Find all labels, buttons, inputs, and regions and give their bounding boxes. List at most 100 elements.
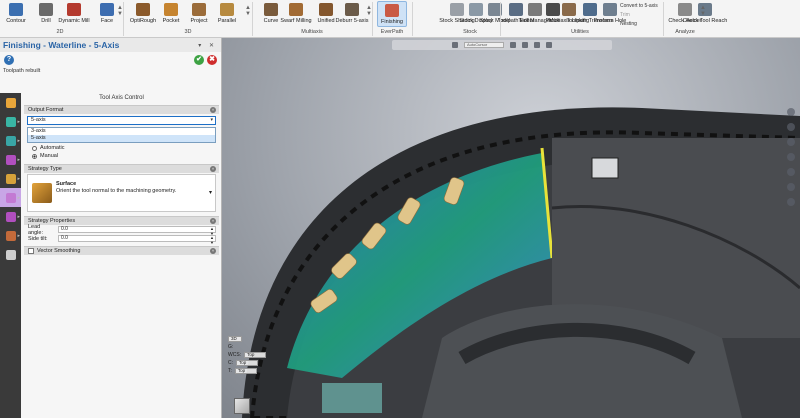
ribbon-button-finishing[interactable]: Finishing <box>377 1 407 27</box>
collapse-icon[interactable]: ˄ <box>210 218 216 224</box>
gallery-more-icon[interactable]: ▲ ▼ <box>117 5 123 17</box>
fit-icon[interactable] <box>787 138 795 146</box>
vector-smoothing-header[interactable]: Vector Smoothing ˅ <box>24 246 219 255</box>
nav-page-icon <box>5 249 16 260</box>
option-5-axis[interactable]: 5-axis <box>28 135 215 142</box>
ribbon-button-label: Contour <box>6 18 26 24</box>
gallery-more-icon[interactable]: ▲ ▼ <box>366 5 372 17</box>
nav-page-7[interactable]: ▸ <box>0 226 21 245</box>
convert-to-5axis-link[interactable]: Convert to 5-axis <box>620 3 658 9</box>
strategy-type-label: Strategy Type <box>28 166 62 172</box>
ribbon-button-project[interactable]: Project <box>186 1 212 27</box>
ribbon-button-label: Drill <box>41 18 51 24</box>
nav-page-8[interactable] <box>0 245 21 264</box>
view-iso-icon[interactable] <box>787 183 795 191</box>
output-format-label: Output Format <box>28 107 64 113</box>
help-icon[interactable]: ? <box>4 54 14 65</box>
collapse-icon[interactable]: ˄ <box>210 166 216 172</box>
expand-arrow-icon[interactable]: ▸ <box>17 119 20 125</box>
filter-icon[interactable] <box>522 42 528 48</box>
expand-arrow-icon[interactable]: ▸ <box>17 195 20 201</box>
ribbon-button-label: Swarf Milling <box>280 18 312 24</box>
graphics-viewport[interactable]: AutoCursor 3D G: WCS: Top C: Top T: Top <box>222 38 800 418</box>
rotate-icon[interactable] <box>787 153 795 161</box>
panel-titlebar: Finishing - Waterline - 5-Axis ▾ ✕ <box>0 38 221 52</box>
wcs-label: WCS: <box>228 352 242 358</box>
section-icon[interactable] <box>787 198 795 206</box>
group-multiaxis: Multiaxis <box>301 29 323 35</box>
view-top-icon[interactable] <box>787 168 795 176</box>
nav-page-3[interactable]: ▸ <box>0 150 21 169</box>
expand-arrow-icon[interactable]: ▸ <box>17 157 20 163</box>
radio-automatic[interactable]: Automatic <box>24 144 219 152</box>
chevron-down-icon[interactable]: ▾ <box>210 117 213 124</box>
view-cube-icon[interactable] <box>234 398 250 414</box>
output-format-select[interactable]: 5-axis ▾ <box>27 116 216 125</box>
spinner-icon[interactable]: ▲ ▼ <box>210 235 214 245</box>
ribbon-button-dynamic-mill[interactable]: Dynamic Mill <box>58 1 90 27</box>
ribbon-button-label: Deburr 5-axis <box>335 18 369 24</box>
zoom-out-icon[interactable] <box>787 123 795 131</box>
panel-window-controls[interactable]: ▾ ✕ <box>198 42 221 49</box>
ribbon-separator <box>123 2 124 36</box>
strategy-type-select[interactable]: Surface Orient the tool normal to the ma… <box>27 174 216 212</box>
side-tilt-input[interactable]: 0.0 ▲ ▼ <box>58 235 216 245</box>
vector-smoothing-checkbox[interactable] <box>28 248 34 254</box>
zoom-in-icon[interactable] <box>787 108 795 116</box>
wcs-select[interactable]: Top <box>244 352 267 358</box>
trim-link[interactable]: Trim <box>620 12 630 18</box>
ribbon-button-deburr-5-axis[interactable]: Deburr 5-axis <box>336 1 369 27</box>
collapse-icon[interactable]: ˄ <box>210 107 216 113</box>
lead-angle-input[interactable]: 0.0 ▲ ▼ <box>58 226 216 236</box>
solids-icon[interactable] <box>534 42 540 48</box>
ribbon-button-swarf-milling[interactable]: Swarf Milling <box>280 1 312 27</box>
ribbon-button-pocket[interactable]: Pocket <box>158 1 184 27</box>
ribbon-button-contour[interactable]: Contour <box>3 1 29 27</box>
group-stock: Stock <box>463 29 477 35</box>
expand-icon[interactable]: ˅ <box>210 248 216 254</box>
strategy-type-header[interactable]: Strategy Type ˄ <box>24 164 219 173</box>
nav-page-6[interactable]: ▸ <box>0 207 21 226</box>
option-3-axis[interactable]: 3-axis <box>28 128 215 135</box>
lead-angle-label: Lead angle: <box>28 223 43 236</box>
gallery-more-icon[interactable]: ▲ ▼ <box>700 5 706 17</box>
nav-page-5[interactable]: ▸ <box>0 188 21 207</box>
cplane-select[interactable]: Top <box>236 360 258 366</box>
expand-arrow-icon[interactable]: ▸ <box>17 233 20 239</box>
strategy-properties-header[interactable]: Strategy Properties ˄ <box>24 216 219 225</box>
expand-arrow-icon[interactable]: ▸ <box>17 138 20 144</box>
ribbon-button-drill[interactable]: Drill <box>33 1 59 27</box>
nav-page-0[interactable] <box>0 93 21 112</box>
tplane-select[interactable]: Top <box>234 368 257 374</box>
ribbon-button-optirough[interactable]: OptiRough <box>130 1 156 27</box>
radio-circle[interactable] <box>32 153 37 159</box>
expand-arrow-icon[interactable]: ▸ <box>17 214 20 220</box>
strategy-name: Surface <box>56 181 77 187</box>
autocursor-input[interactable]: AutoCursor <box>464 42 504 48</box>
chevron-down-icon[interactable]: ▾ <box>209 189 212 196</box>
finishing-icon <box>385 4 399 17</box>
select-icon[interactable] <box>452 42 458 48</box>
cplane-row: C: Top <box>228 359 272 367</box>
group-everpath: EverPath <box>380 29 404 35</box>
expand-arrow-icon[interactable]: ▸ <box>17 176 20 182</box>
view-mode-select[interactable]: 3D <box>228 336 242 342</box>
cancel-button[interactable]: ✖ <box>207 54 217 65</box>
view-controls <box>787 108 797 213</box>
gallery-more-icon[interactable]: ▲ ▼ <box>245 5 251 17</box>
output-format-value: 5-axis <box>31 117 46 123</box>
nav-page-2[interactable]: ▸ <box>0 131 21 150</box>
group-analyze: Analyze <box>675 29 695 35</box>
ok-button[interactable]: ✔ <box>194 54 204 65</box>
output-format-header[interactable]: Output Format ˄ <box>24 105 219 114</box>
nesting-link[interactable]: Nesting <box>620 21 637 27</box>
snap-icon[interactable] <box>510 42 516 48</box>
viewport-toolbar: AutoCursor <box>392 40 612 50</box>
radio-manual[interactable]: Manual <box>24 152 219 160</box>
radio-circle[interactable] <box>32 145 37 151</box>
nav-page-1[interactable]: ▸ <box>0 112 21 131</box>
nav-page-4[interactable]: ▸ <box>0 169 21 188</box>
clear-icon[interactable] <box>546 42 552 48</box>
toolpath-status: Toolpath rebuilt <box>3 68 41 74</box>
ribbon-button-parallel[interactable]: Parallel <box>214 1 240 27</box>
